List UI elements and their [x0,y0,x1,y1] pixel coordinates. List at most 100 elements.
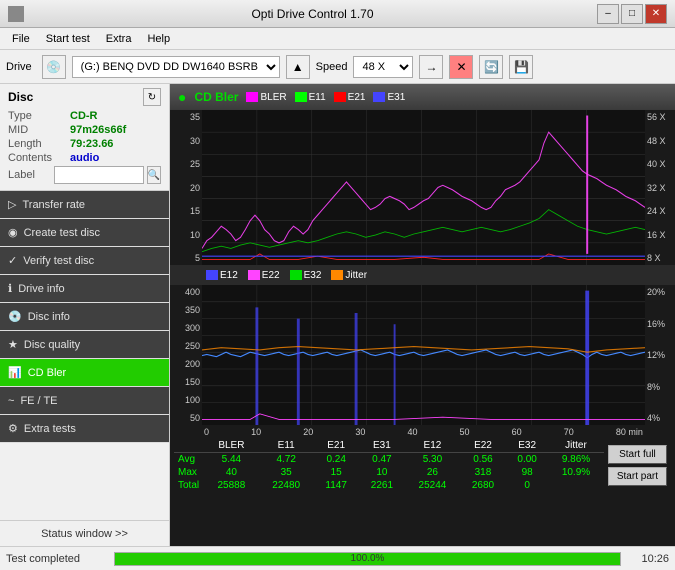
max-e22: 318 [460,466,506,479]
bot-yr-20: 20% [647,287,665,297]
top-yr-8: 8 X [647,253,661,263]
chart-header: ● CD Bler BLER E11 E21 E31 [170,84,675,110]
e12-label: E12 [220,270,238,281]
x-label-40: 40 [407,427,417,437]
nav-fe-te[interactable]: ~ FE / TE [0,387,169,415]
avg-e11: 4.72 [259,453,314,467]
nav-disc-quality[interactable]: ★ Disc quality [0,331,169,359]
col-e11: E11 [259,439,314,453]
speed-select[interactable]: 48 X 40 X 32 X 24 X 16 X [353,56,413,78]
max-bler: 40 [204,466,259,479]
disc-title: Disc [8,90,33,104]
transfer-rate-label: Transfer rate [22,199,85,211]
menu-bar: File Start test Extra Help [0,28,675,50]
bot-y-350: 350 [185,305,200,315]
nav-transfer-rate[interactable]: ▷ Transfer rate [0,191,169,219]
nav-verify-test-disc[interactable]: ✓ Verify test disc [0,247,169,275]
bot-y-250: 250 [185,341,200,351]
avg-jitter: 9.86% [548,453,604,467]
menu-start-test[interactable]: Start test [38,31,98,47]
contents-label: Contents [8,152,70,164]
label-input[interactable] [54,166,144,184]
length-label: Length [8,138,70,150]
legend-e22: E22 [248,270,280,281]
minimize-button[interactable]: – [597,4,619,24]
legend-jitter: Jitter [331,270,367,281]
drive-bar: Drive 💿 (G:) BENQ DVD DD DW1640 BSRB ▲ S… [0,50,675,84]
max-e11: 35 [259,466,314,479]
status-window-button[interactable]: Status window >> [0,520,169,546]
max-e21: 15 [314,466,359,479]
total-e11: 22480 [259,479,314,492]
label-search-btn[interactable]: 🔍 [147,166,161,184]
refresh-btn[interactable]: 🔄 [479,55,503,79]
col-bler: BLER [204,439,259,453]
progress-container: 100.0% [114,552,621,566]
max-e31: 10 [359,466,405,479]
stats-table: BLER E11 E21 E31 E12 E22 E32 Jitter [174,439,604,492]
bot-yr-4: 4% [647,413,660,423]
total-e22: 2680 [460,479,506,492]
close-button[interactable]: ✕ [645,4,667,24]
save-btn[interactable]: 💾 [509,55,533,79]
disc-refresh-btn[interactable]: ↻ [143,88,161,106]
top-yr-16: 16 X [647,230,666,240]
x-label-20: 20 [303,427,313,437]
speed-arrow-btn[interactable]: → [419,55,443,79]
e22-line-chart [202,414,645,420]
menu-extra[interactable]: Extra [98,31,140,47]
nav-extra-tests[interactable]: ⚙ Extra tests [0,415,169,443]
create-test-disc-icon: ◉ [8,226,18,239]
start-full-button[interactable]: Start full [608,445,667,464]
clear-btn[interactable]: ✕ [449,55,473,79]
nav-cd-bler[interactable]: 📊 CD Bler [0,359,169,387]
stats-area: BLER E11 E21 E31 E12 E22 E32 Jitter [170,437,675,494]
legend-bler: BLER [246,92,286,103]
bottom-chart-svg [202,285,645,425]
x-label-50: 50 [460,427,470,437]
bot-yr-12: 12% [647,350,665,360]
col-jitter: Jitter [548,439,604,453]
total-e31: 2261 [359,479,405,492]
e11-line [202,210,645,252]
create-test-disc-label: Create test disc [24,227,100,239]
bot-y-100: 100 [185,395,200,405]
x-label-70: 70 [564,427,574,437]
avg-e21: 0.24 [314,453,359,467]
drive-select[interactable]: (G:) BENQ DVD DD DW1640 BSRB [72,56,280,78]
total-jitter [548,479,604,492]
contents-value: audio [70,152,99,164]
time-text: 10:26 [629,553,669,565]
legend-e12: E12 [206,270,238,281]
e22-label: E22 [262,270,280,281]
total-bler: 25888 [204,479,259,492]
col-e32: E32 [506,439,548,453]
e21-label: E21 [348,92,366,103]
main-content: Disc ↻ Type CD-R MID 97m26s66f Length 79… [0,84,675,546]
avg-label: Avg [174,453,204,467]
disc-quality-icon: ★ [8,338,18,351]
nav-drive-info[interactable]: ℹ Drive info [0,275,169,303]
avg-e32: 0.00 [506,453,548,467]
menu-file[interactable]: File [4,31,38,47]
window-controls: – □ ✕ [597,4,667,24]
right-content: ● CD Bler BLER E11 E21 E31 [170,84,675,546]
e31-color [373,92,385,102]
chart-title: CD Bler [194,90,238,104]
e12-color [206,270,218,280]
nav-disc-info[interactable]: 💿 Disc info [0,303,169,331]
bler-line [202,132,645,248]
top-yr-40: 40 X [647,159,666,169]
start-part-button[interactable]: Start part [608,467,667,486]
nav-create-test-disc[interactable]: ◉ Create test disc [0,219,169,247]
drive-icon-btn[interactable]: 💿 [42,55,66,79]
e11-label: E11 [309,92,326,103]
total-e12: 25244 [405,479,460,492]
max-e32: 98 [506,466,548,479]
stats-max-row: Max 40 35 15 10 26 318 98 10.9% [174,466,604,479]
maximize-button[interactable]: □ [621,4,643,24]
drive-eject-btn[interactable]: ▲ [286,55,310,79]
menu-help[interactable]: Help [139,31,178,47]
e31-label: E31 [387,92,405,103]
x-label-10: 10 [251,427,261,437]
